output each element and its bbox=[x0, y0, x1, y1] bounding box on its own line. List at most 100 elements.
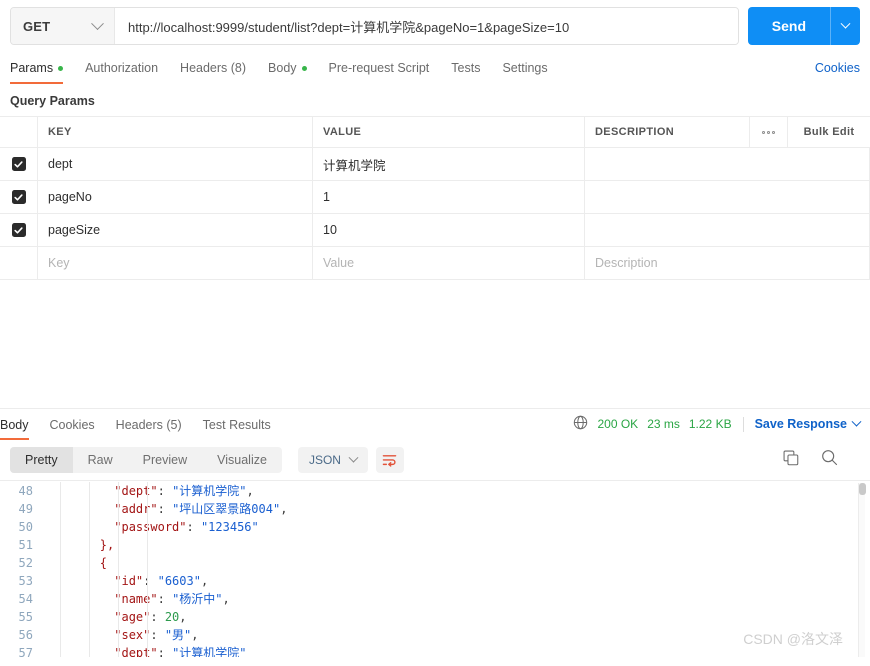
header-value: VALUE bbox=[313, 117, 585, 147]
table-row[interactable]: dept 计算机学院 bbox=[0, 148, 870, 181]
tab-pre-request-script[interactable]: Pre-request Script bbox=[329, 61, 430, 84]
row-description[interactable] bbox=[585, 148, 870, 180]
row-description[interactable] bbox=[585, 214, 870, 246]
row-value[interactable]: 10 bbox=[313, 214, 585, 246]
code-token: }, bbox=[99, 538, 115, 552]
checkbox-checked-icon[interactable] bbox=[11, 157, 26, 171]
header-key: KEY bbox=[38, 117, 313, 147]
line-number: 54 bbox=[18, 592, 33, 606]
save-response-button[interactable]: Save Response bbox=[754, 416, 862, 431]
tab-settings[interactable]: Settings bbox=[502, 61, 547, 84]
meta-divider bbox=[742, 416, 744, 432]
response-tab-cookies[interactable]: Cookies bbox=[50, 418, 95, 440]
table-row[interactable]: pageNo 1 bbox=[0, 181, 870, 214]
line-number: 49 bbox=[18, 502, 33, 516]
search-icon bbox=[822, 450, 838, 466]
response-tab-headers[interactable]: Headers (5) bbox=[116, 418, 182, 440]
view-mode-group: Pretty Raw Preview Visualize bbox=[10, 447, 282, 473]
code-token: "password" bbox=[114, 520, 187, 534]
line-number: 51 bbox=[18, 538, 33, 552]
wrap-lines-button[interactable] bbox=[375, 447, 404, 473]
http-method-select[interactable]: GET bbox=[11, 8, 115, 44]
code-vertical-scrollbar[interactable] bbox=[858, 483, 866, 657]
tab-body[interactable]: Body bbox=[268, 61, 307, 84]
code-token: : bbox=[150, 628, 165, 642]
tab-params[interactable]: Params bbox=[10, 61, 64, 84]
code-token: : bbox=[157, 484, 173, 498]
send-options-button[interactable] bbox=[830, 7, 860, 45]
tab-authorization[interactable]: Authorization bbox=[85, 61, 158, 84]
table-row[interactable]: pageSize 10 bbox=[0, 214, 870, 247]
response-format-select[interactable]: JSON bbox=[297, 447, 368, 473]
row-key[interactable]: pageNo bbox=[38, 181, 313, 213]
code-token: : bbox=[186, 520, 201, 534]
save-response-label: Save Response bbox=[754, 417, 847, 431]
view-mode-raw[interactable]: Raw bbox=[73, 447, 128, 473]
row-description[interactable] bbox=[585, 181, 870, 213]
chevron-down-icon bbox=[840, 18, 851, 29]
code-token: , bbox=[222, 592, 230, 606]
chevron-down-icon bbox=[91, 16, 104, 30]
new-description-input[interactable]: Description bbox=[585, 247, 870, 279]
code-content: 48 49 50 51 52 53 54 55 56 57 "dept": "计算机学院", "a… bbox=[0, 481, 870, 657]
code-token: , bbox=[246, 484, 254, 498]
bulk-edit-button[interactable]: Bulk Edit bbox=[788, 117, 870, 147]
row-value[interactable]: 计算机学院 bbox=[313, 148, 585, 180]
code-token: "123456" bbox=[200, 520, 259, 534]
new-key-input[interactable]: Key bbox=[38, 247, 313, 279]
line-number: 53 bbox=[18, 574, 33, 588]
code-token: "addr" bbox=[114, 502, 158, 516]
search-button[interactable] bbox=[821, 449, 838, 471]
scrollbar-thumb[interactable] bbox=[859, 483, 866, 495]
copy-icon bbox=[783, 450, 799, 465]
code-token: "dept" bbox=[114, 484, 158, 498]
response-tab-body[interactable]: Body bbox=[0, 418, 29, 440]
code-token: : bbox=[157, 592, 173, 606]
url-input[interactable]: http://localhost:9999/student/list?dept=… bbox=[115, 8, 738, 44]
copy-button[interactable] bbox=[783, 450, 799, 471]
modified-dot-icon bbox=[58, 65, 64, 71]
tab-headers[interactable]: Headers (8) bbox=[180, 61, 246, 84]
ellipsis-icon bbox=[762, 130, 775, 134]
send-button[interactable]: Send bbox=[747, 7, 830, 45]
view-mode-preview[interactable]: Preview bbox=[128, 447, 202, 473]
code-token: { bbox=[99, 556, 108, 570]
modified-dot-icon bbox=[301, 65, 307, 71]
code-token: : bbox=[157, 502, 173, 516]
checkbox-checked-icon[interactable] bbox=[11, 223, 26, 237]
request-blank-area bbox=[0, 280, 870, 408]
code-line: "age": 20, bbox=[42, 608, 870, 626]
code-token: , bbox=[280, 502, 288, 516]
response-body-code[interactable]: 48 49 50 51 52 53 54 55 56 57 "dept": "计算机学院", "a… bbox=[0, 480, 870, 657]
table-row-empty[interactable]: Key Value Description bbox=[0, 247, 870, 280]
view-mode-pretty[interactable]: Pretty bbox=[10, 447, 73, 473]
word-wrap-icon bbox=[383, 455, 397, 467]
code-token: : bbox=[150, 610, 165, 624]
tab-authorization-label: Authorization bbox=[85, 61, 159, 75]
row-checkbox-cell bbox=[0, 181, 38, 213]
code-token: "name" bbox=[114, 592, 158, 606]
row-key[interactable]: pageSize bbox=[38, 214, 313, 246]
row-checkbox-cell bbox=[0, 148, 38, 180]
code-token: "6603" bbox=[157, 574, 201, 588]
view-mode-visualize[interactable]: Visualize bbox=[202, 447, 282, 473]
checkbox-checked-icon[interactable] bbox=[11, 190, 26, 204]
code-line: "name": "杨沂中", bbox=[42, 590, 870, 608]
code-line: "addr": "坪山区翠景路004", bbox=[42, 500, 870, 518]
code-token: "杨沂中" bbox=[172, 592, 223, 606]
table-options-button[interactable] bbox=[750, 117, 788, 147]
code-token: "dept" bbox=[114, 646, 158, 657]
code-line: }, bbox=[42, 536, 870, 554]
response-tab-test-results[interactable]: Test Results bbox=[203, 418, 271, 440]
code-token: , bbox=[200, 574, 209, 588]
code-token: "id" bbox=[114, 574, 144, 588]
response-meta: 200 OK 23 ms 1.22 KB Save Response bbox=[573, 415, 862, 440]
new-value-input[interactable]: Value bbox=[313, 247, 585, 279]
code-token: , bbox=[191, 628, 199, 642]
row-value[interactable]: 1 bbox=[313, 181, 585, 213]
code-token: 20 bbox=[164, 610, 180, 624]
row-key[interactable]: dept bbox=[38, 148, 313, 180]
response-size: 1.22 KB bbox=[688, 417, 732, 431]
tab-tests[interactable]: Tests bbox=[451, 61, 480, 84]
cookies-link[interactable]: Cookies bbox=[815, 61, 860, 84]
